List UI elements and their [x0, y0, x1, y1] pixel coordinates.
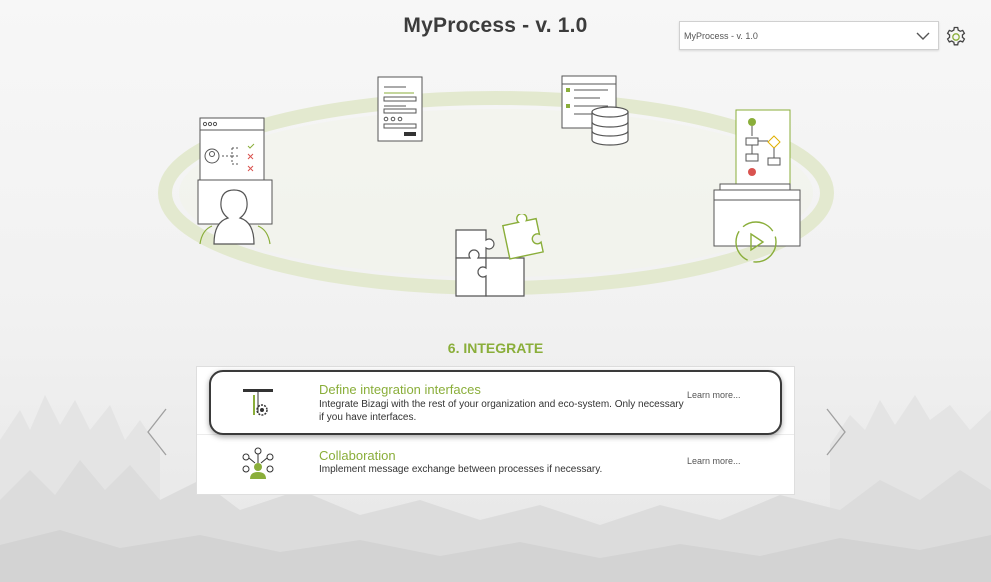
puzzle-icon [455, 214, 544, 297]
gear-icon[interactable] [944, 25, 968, 49]
version-select-value: MyProcess - v. 1.0 [684, 31, 758, 41]
stage-title: 6. INTEGRATE [447, 340, 544, 356]
learn-more-link[interactable]: Learn more... [687, 456, 741, 466]
learn-more-link[interactable]: Learn more... [687, 390, 741, 400]
form-icon [377, 76, 423, 142]
chevron-right-icon[interactable] [825, 407, 847, 457]
task-row[interactable]: Define integration interfaces Integrate … [197, 367, 794, 435]
task-description: Implement message exchange between proce… [319, 464, 603, 475]
collaboration-icon [242, 447, 274, 479]
chevron-down-icon [916, 32, 930, 40]
database-icon [561, 75, 629, 146]
version-select[interactable]: MyProcess - v. 1.0 [679, 21, 939, 50]
task-panel: Define integration interfaces Integrate … [196, 366, 795, 495]
task-row[interactable]: Collaboration Implement message exchange… [197, 435, 794, 495]
integration-interface-icon [243, 389, 273, 416]
people-icon [197, 117, 273, 245]
task-description: Integrate Bizagi with the rest of your o… [319, 399, 684, 423]
flowchart-icon [713, 109, 801, 263]
task-title[interactable]: Collaboration [319, 448, 396, 463]
chevron-left-icon[interactable] [146, 407, 168, 457]
task-title[interactable]: Define integration interfaces [319, 382, 481, 397]
